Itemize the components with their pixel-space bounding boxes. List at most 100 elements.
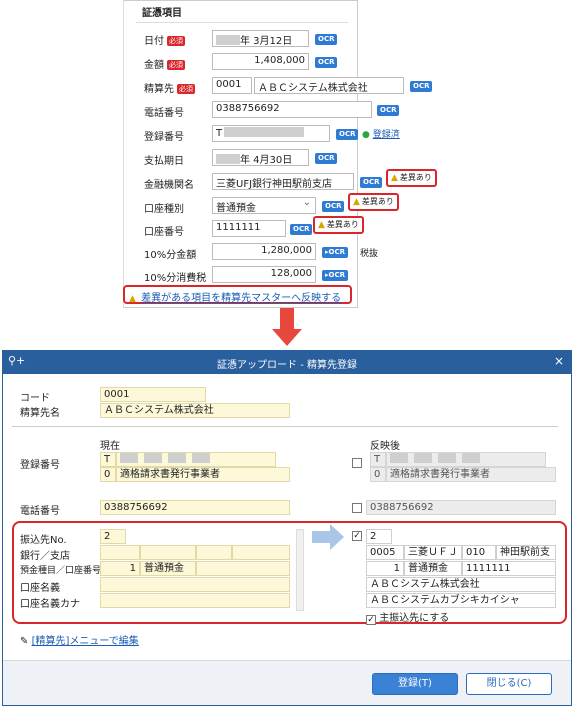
reg-type: 適格請求書発行事業者 [116, 467, 290, 482]
divider [136, 22, 348, 23]
ocr-button-reg-no[interactable]: OCR [336, 129, 359, 140]
ocr-button-tax-10[interactable]: ▸OCR [322, 270, 348, 281]
redacted-digits [390, 453, 408, 463]
redacted-year [216, 154, 240, 164]
reg-no-reflect-checkbox[interactable] [352, 458, 362, 468]
redacted-digits [462, 453, 480, 463]
reg-prefix: T [100, 452, 116, 467]
phone-input[interactable]: 0388756692 [212, 101, 372, 118]
payee-name-value: ＡＢＣシステム株式会社 [100, 403, 290, 418]
payee-label: 精算先 必須 [144, 84, 195, 95]
redacted-digits [168, 453, 186, 463]
acct-name-current [100, 577, 290, 592]
close-icon[interactable]: × [554, 354, 564, 368]
acct-label: 預金種目／口座番号 [20, 566, 102, 576]
reflect-to-master-link[interactable]: 差異がある項目を精算先マスターへ反映する [141, 293, 341, 304]
phone-label: 電話番号 [144, 108, 184, 119]
ocr-button-acct-no[interactable]: OCR [290, 224, 313, 235]
reg-no-label: 登録番号 [20, 460, 60, 471]
divider [12, 426, 558, 427]
warning-icon: ▲ [129, 294, 136, 304]
ocr-button-acct-type[interactable]: OCR [322, 201, 345, 212]
close-button[interactable]: 閉じる(C) [466, 673, 552, 695]
acct-type-select[interactable]: 普通預金 [212, 197, 316, 214]
down-arrow-head [272, 329, 302, 346]
registered-link[interactable]: 登録済 [373, 130, 400, 140]
code-label: コード [20, 393, 50, 404]
transfer-no-after: 2 [366, 529, 392, 544]
due-date-input[interactable]: 年 4月30日 [212, 149, 309, 166]
acct-no-after: 1111111 [462, 561, 556, 576]
bank-code-current [100, 545, 140, 560]
bank-input[interactable]: 三菱UFJ銀行神田駅前支店 [212, 173, 354, 190]
transfer-no-current: 2 [100, 529, 126, 544]
reflect-to-master-box[interactable]: ▲ 差異がある項目を精算先マスターへ反映する [123, 285, 352, 304]
due-date-label: 支払期日 [144, 156, 184, 167]
scrollbar[interactable] [296, 529, 304, 611]
acct-type-current: 普通預金 [140, 561, 196, 576]
transfer-no-label: 振込先No. [20, 535, 67, 546]
phone-label: 電話番号 [20, 506, 60, 517]
branch-name-current [232, 545, 290, 560]
diff-badge-bank: ▲ 差異あり [386, 169, 437, 187]
amount-10-input[interactable]: 1,280,000 [212, 243, 316, 260]
bank-label: 金融機関名 [144, 180, 194, 191]
payee-code-input[interactable]: 0001 [212, 77, 252, 94]
bank-code-after: 0005 [366, 545, 404, 560]
acct-name-after: ＡＢＣシステム株式会社 [366, 577, 556, 592]
amount-input[interactable]: 1,408,000 [212, 53, 309, 70]
acct-type-after: 普通預金 [404, 561, 462, 576]
current-header: 現在 [100, 441, 120, 452]
reg-prefix-after: T [370, 452, 386, 467]
payee-name-input[interactable]: ＡＢＣシステム株式会社 [254, 77, 404, 94]
acct-name-label: 口座名義 [20, 583, 60, 594]
phone-reflect-checkbox[interactable] [352, 503, 362, 513]
ocr-button-amount-10[interactable]: ▸OCR [322, 247, 348, 258]
ocr-button-bank[interactable]: OCR [360, 177, 383, 188]
redacted-digits [144, 453, 162, 463]
redacted-reg-no [224, 127, 305, 137]
ocr-button-date[interactable]: OCR [315, 34, 338, 45]
ocr-button-due-date[interactable]: OCR [315, 153, 338, 164]
acct-type-code-current: 1 [100, 561, 140, 576]
check-circle-icon: ● [362, 130, 370, 140]
ocr-button-phone[interactable]: OCR [377, 105, 400, 116]
ocr-button-amount[interactable]: OCR [315, 57, 338, 68]
bank-name-after: 三菱ＵＦＪ [404, 545, 462, 560]
redacted-digits [120, 453, 138, 463]
redacted-digits [414, 453, 432, 463]
acct-type-label: 口座種別 [144, 204, 184, 215]
ocr-button-payee[interactable]: OCR [410, 81, 433, 92]
dialog-title: 証憑アップロード - 精算先登録 [217, 360, 357, 371]
dialog-titlebar: ⚲+ 証憑アップロード - 精算先登録 × [2, 350, 572, 374]
reg-type-after: 適格請求書発行事業者 [386, 467, 556, 482]
branch-name-after: 神田駅前支 [496, 545, 556, 560]
acct-type-code-after: 1 [366, 561, 404, 576]
bank-branch-label: 銀行／支店 [20, 551, 70, 562]
warning-icon: ▲ [353, 197, 360, 207]
diff-badge-acct-type: ▲ 差異あり [348, 193, 399, 211]
branch-code-after: 010 [462, 545, 496, 560]
code-value: 0001 [100, 387, 206, 402]
reg-no-input[interactable]: T [212, 125, 330, 142]
edit-in-menu-link[interactable]: [精算先]メニューで編集 [32, 636, 139, 647]
phone-after: 0388756692 [366, 500, 556, 515]
edit-in-menu[interactable]: ✎ [精算先]メニューで編集 [20, 632, 139, 647]
register-button[interactable]: 登録(T) [372, 673, 458, 695]
diff-badge-acct-no: ▲ 差異あり [313, 216, 364, 234]
branch-code-current [196, 545, 232, 560]
tax-10-input[interactable]: 128,000 [212, 266, 316, 283]
redacted-year [216, 35, 240, 45]
required-badge: 必須 [177, 84, 195, 94]
main-transfer-checkbox[interactable]: ✓ [366, 615, 376, 625]
acct-no-input[interactable]: 1111111 [212, 220, 286, 237]
redacted-digits [192, 453, 210, 463]
main-transfer-option[interactable]: ✓ 主振込先にする [366, 609, 449, 625]
tax-10-label: 10%分消費税 [144, 273, 207, 284]
bank-reflect-checkbox[interactable]: ✓ [352, 531, 362, 541]
acct-no-label: 口座番号 [144, 227, 184, 238]
after-header: 反映後 [370, 441, 400, 452]
registration-status: ● 登録済 [362, 127, 400, 140]
acct-kana-label: 口座名義カナ [20, 599, 80, 610]
date-input[interactable]: 年 3月12日 [212, 30, 309, 47]
